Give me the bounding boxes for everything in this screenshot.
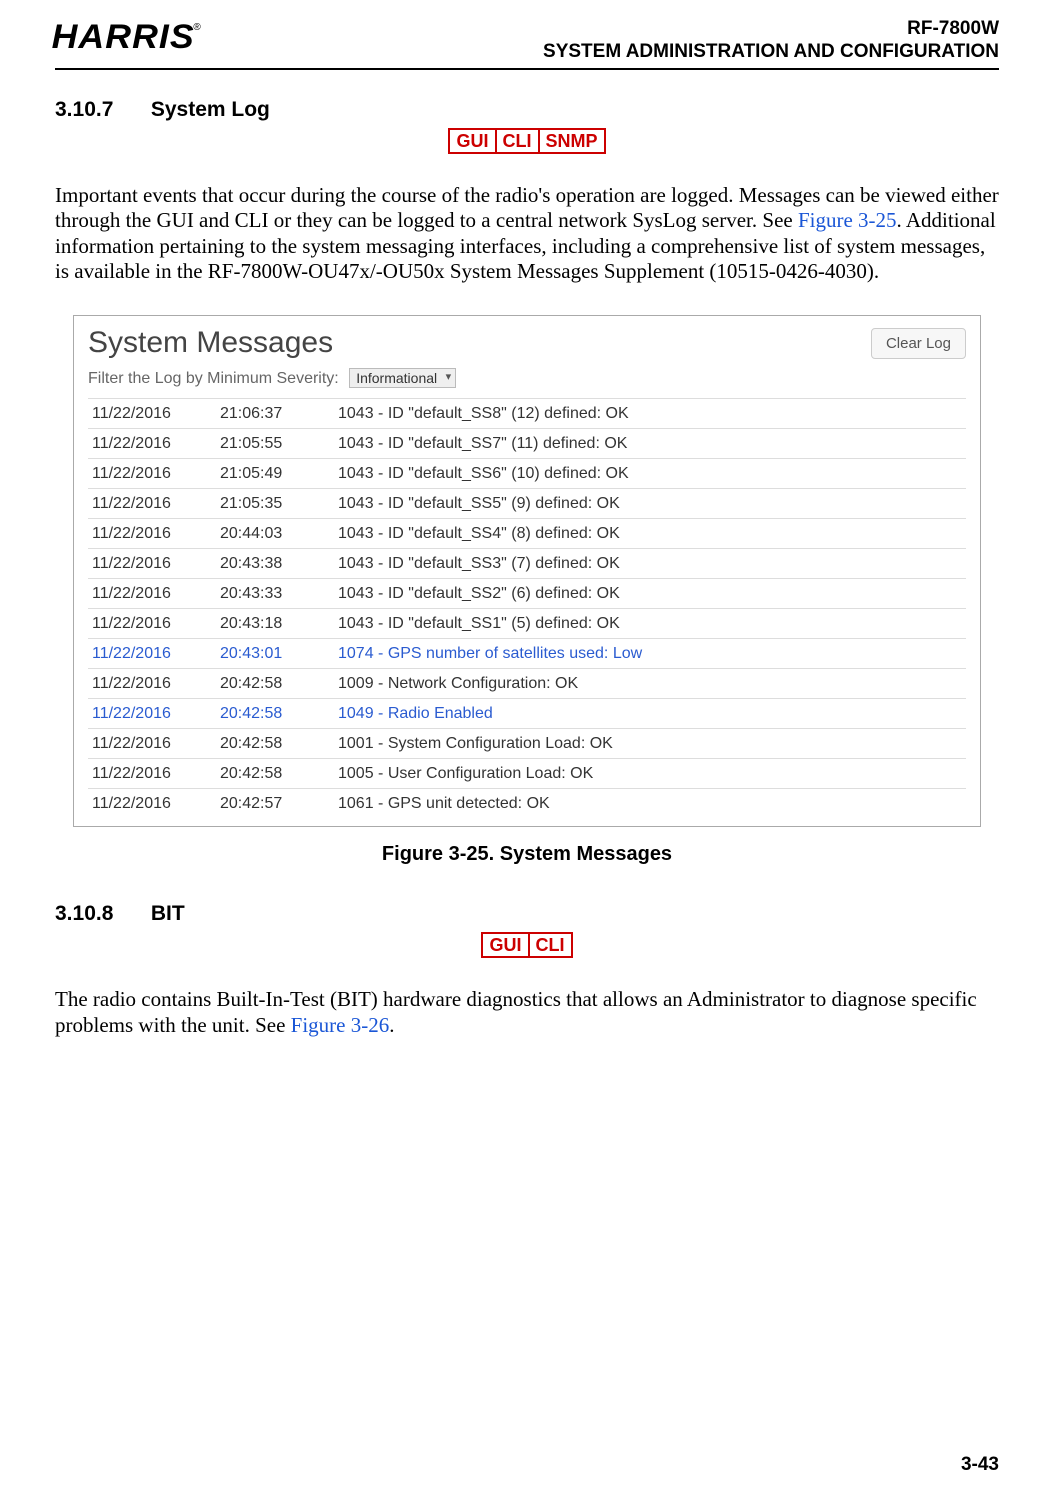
interface-tags-row: GUI CLI SNMP [55, 128, 999, 157]
tag-cli: CLI [496, 129, 539, 153]
figure-caption: Figure 3-25. System Messages [55, 843, 999, 866]
log-time: 20:42:58 [216, 699, 334, 729]
table-row: 11/22/201620:42:581049 - Radio Enabled [88, 699, 966, 729]
section-heading-system-log: 3.10.7 System Log [55, 98, 999, 122]
table-row: 11/22/201621:05:351043 - ID "default_SS5… [88, 489, 966, 519]
table-row: 11/22/201620:42:581009 - Network Configu… [88, 669, 966, 699]
log-message: 1043 - ID "default_SS8" (12) defined: OK [334, 399, 966, 429]
page-number: 3-43 [961, 1454, 999, 1476]
para-text-pre: The radio contains Built-In-Test (BIT) h… [55, 987, 977, 1037]
para-text-post: . [389, 1013, 394, 1037]
log-date: 11/22/2016 [88, 609, 216, 639]
log-time: 20:42:58 [216, 759, 334, 789]
table-row: 11/22/201621:05:491043 - ID "default_SS6… [88, 459, 966, 489]
log-date: 11/22/2016 [88, 729, 216, 759]
table-row: 11/22/201620:42:581005 - User Configurat… [88, 759, 966, 789]
log-message: 1043 - ID "default_SS3" (7) defined: OK [334, 549, 966, 579]
log-message: 1005 - User Configuration Load: OK [334, 759, 966, 789]
section-heading-bit: 3.10.8 BIT [55, 902, 999, 926]
figure-link[interactable]: Figure 3-25 [798, 208, 897, 232]
table-row: 11/22/201620:43:011074 - GPS number of s… [88, 639, 966, 669]
section-number: 3.10.7 [55, 98, 145, 122]
log-message: 1061 - GPS unit detected: OK [334, 789, 966, 819]
registered-mark: ® [193, 22, 200, 33]
log-time: 20:43:18 [216, 609, 334, 639]
log-date: 11/22/2016 [88, 759, 216, 789]
table-row: 11/22/201620:43:181043 - ID "default_SS1… [88, 609, 966, 639]
section-number: 3.10.8 [55, 902, 145, 926]
log-date: 11/22/2016 [88, 489, 216, 519]
filter-label: Filter the Log by Minimum Severity: [88, 370, 339, 387]
log-date: 11/22/2016 [88, 639, 216, 669]
log-time: 21:05:35 [216, 489, 334, 519]
log-date: 11/22/2016 [88, 699, 216, 729]
tag-gui: GUI [482, 933, 528, 957]
log-time: 20:42:57 [216, 789, 334, 819]
log-message: 1043 - ID "default_SS1" (5) defined: OK [334, 609, 966, 639]
tag-gui: GUI [449, 129, 495, 153]
clear-log-button[interactable]: Clear Log [871, 328, 966, 359]
interface-tags-row-2: GUI CLI [55, 932, 999, 961]
log-date: 11/22/2016 [88, 519, 216, 549]
log-date: 11/22/2016 [88, 399, 216, 429]
severity-select[interactable]: Informational [349, 368, 456, 388]
table-row: 11/22/201620:42:581001 - System Configur… [88, 729, 966, 759]
panel-title: System Messages [88, 326, 333, 360]
logo: HARRIS ® [55, 18, 199, 57]
log-message: 1009 - Network Configuration: OK [334, 669, 966, 699]
tag-snmp: SNMP [539, 129, 605, 153]
log-date: 11/22/2016 [88, 669, 216, 699]
section1-paragraph: Important events that occur during the c… [55, 183, 999, 285]
log-message: 1043 - ID "default_SS2" (6) defined: OK [334, 579, 966, 609]
doc-model: RF-7800W [543, 18, 999, 41]
table-row: 11/22/201621:05:551043 - ID "default_SS7… [88, 429, 966, 459]
figure-system-messages: System Messages Clear Log Filter the Log… [73, 315, 981, 827]
log-time: 20:42:58 [216, 669, 334, 699]
log-date: 11/22/2016 [88, 549, 216, 579]
log-message: 1001 - System Configuration Load: OK [334, 729, 966, 759]
table-row: 11/22/201620:43:381043 - ID "default_SS3… [88, 549, 966, 579]
log-message: 1043 - ID "default_SS5" (9) defined: OK [334, 489, 966, 519]
section2-paragraph: The radio contains Built-In-Test (BIT) h… [55, 987, 999, 1038]
log-date: 11/22/2016 [88, 789, 216, 819]
log-time: 21:05:55 [216, 429, 334, 459]
log-table: 11/22/201621:06:371043 - ID "default_SS8… [88, 398, 966, 818]
log-time: 20:42:58 [216, 729, 334, 759]
logo-text: HARRIS [52, 18, 195, 57]
section-title: BIT [151, 902, 185, 925]
tag-cli: CLI [529, 933, 572, 957]
log-date: 11/22/2016 [88, 459, 216, 489]
log-time: 20:43:33 [216, 579, 334, 609]
log-date: 11/22/2016 [88, 429, 216, 459]
filter-row: Filter the Log by Minimum Severity: Info… [88, 368, 966, 388]
log-time: 21:06:37 [216, 399, 334, 429]
log-time: 20:44:03 [216, 519, 334, 549]
log-message: 1074 - GPS number of satellites used: Lo… [334, 639, 966, 669]
section-title: System Log [151, 98, 270, 121]
log-date: 11/22/2016 [88, 579, 216, 609]
page-header: HARRIS ® RF-7800W SYSTEM ADMINISTRATION … [55, 18, 999, 70]
log-message: 1043 - ID "default_SS4" (8) defined: OK [334, 519, 966, 549]
interface-tags: GUI CLI SNMP [448, 128, 605, 154]
table-row: 11/22/201620:44:031043 - ID "default_SS4… [88, 519, 966, 549]
log-message: 1049 - Radio Enabled [334, 699, 966, 729]
doc-title: SYSTEM ADMINISTRATION AND CONFIGURATION [543, 41, 999, 64]
table-row: 11/22/201620:43:331043 - ID "default_SS2… [88, 579, 966, 609]
log-time: 20:43:01 [216, 639, 334, 669]
log-message: 1043 - ID "default_SS7" (11) defined: OK [334, 429, 966, 459]
log-time: 20:43:38 [216, 549, 334, 579]
log-time: 21:05:49 [216, 459, 334, 489]
log-message: 1043 - ID "default_SS6" (10) defined: OK [334, 459, 966, 489]
figure-link[interactable]: Figure 3-26 [291, 1013, 390, 1037]
interface-tags: GUI CLI [481, 932, 572, 958]
table-row: 11/22/201620:42:571061 - GPS unit detect… [88, 789, 966, 819]
doc-title-block: RF-7800W SYSTEM ADMINISTRATION AND CONFI… [543, 18, 999, 64]
table-row: 11/22/201621:06:371043 - ID "default_SS8… [88, 399, 966, 429]
